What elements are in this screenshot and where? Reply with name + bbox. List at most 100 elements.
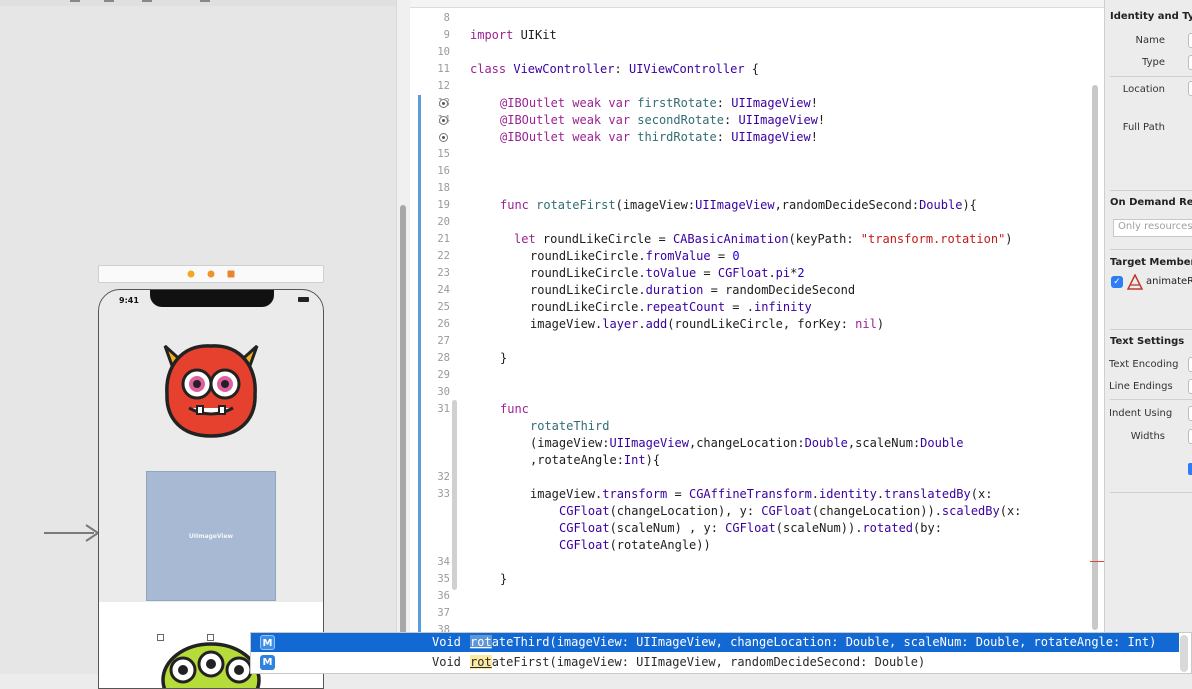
code-line[interactable]: }	[500, 350, 507, 367]
code-token: (x:	[999, 504, 1022, 518]
code-line[interactable]: imageView.transform = CGAffineTransform.…	[530, 486, 992, 503]
code-line[interactable]: roundLikeCircle.fromValue = 0	[530, 248, 740, 265]
code-token: (imageView:	[615, 198, 696, 212]
code-line[interactable]: import UIKit	[470, 27, 557, 44]
code-token: :	[716, 130, 732, 144]
code-line[interactable]: let roundLikeCircle = CABasicAnimation(k…	[514, 231, 1013, 248]
code-line[interactable]: (imageView:UIImageView,changeLocation:Do…	[530, 435, 964, 452]
line-number: 20	[437, 216, 450, 228]
resource-tags-field[interactable]: Only resources	[1113, 219, 1192, 237]
view-controller-icon[interactable]	[187, 270, 195, 278]
indent-label: Indent Using	[1109, 408, 1173, 419]
location-popup[interactable]	[1188, 81, 1192, 96]
divider	[1110, 249, 1192, 250]
return-type: Void	[432, 655, 461, 669]
code-token: (keyPath:	[788, 232, 861, 246]
green-monster-image[interactable]	[161, 630, 261, 689]
line-endings-popup[interactable]	[1188, 379, 1192, 394]
line-number: 31	[437, 403, 450, 415]
toolbar-icon[interactable]	[104, 0, 114, 2]
code-token: infinity	[753, 300, 812, 314]
code-line[interactable]: CGFloat(changeLocation), y: CGFloat(chan…	[559, 503, 1021, 520]
code-line[interactable]: class ViewController: UIViewController {	[470, 61, 759, 78]
code-line[interactable]: CGFloat(scaleNum) , y: CGFloat(scaleNum)…	[559, 520, 942, 537]
code-line[interactable]: }	[500, 571, 507, 588]
uiimageview-placeholder[interactable]: UIImageView	[146, 471, 276, 601]
editor-jump-bar[interactable]	[410, 0, 1104, 8]
code-line[interactable]: ,rotateAngle:Int){	[530, 452, 660, 469]
exit-icon[interactable]	[227, 270, 235, 278]
code-token: ,rotateAngle:	[530, 453, 624, 467]
code-line[interactable]: @IBOutlet weak var secondRotate: UIImage…	[500, 112, 825, 129]
code-line[interactable]: func	[500, 401, 529, 418]
toolbar-icon[interactable]	[70, 0, 80, 2]
code-line[interactable]: CGFloat(rotateAngle))	[559, 537, 711, 554]
name-field[interactable]	[1188, 33, 1192, 48]
iphone-scene[interactable]: 9:41 UIImageView	[98, 289, 324, 689]
outlet-connection-icon[interactable]	[439, 116, 448, 125]
code-line[interactable]: imageView.layer.add(roundLikeCircle, for…	[530, 316, 884, 333]
line-number: 8	[443, 12, 450, 24]
line-number: 23	[437, 267, 450, 279]
widths-field[interactable]	[1188, 429, 1192, 444]
line-number: 35	[437, 573, 450, 585]
location-label: Location	[1122, 84, 1165, 95]
code-line[interactable]: @IBOutlet weak var firstRotate: UIImageV…	[500, 95, 818, 112]
gutter-fold-ribbon[interactable]	[452, 400, 457, 590]
code-token: scaledBy	[941, 504, 1000, 518]
code-token: .	[768, 266, 776, 280]
completion-item[interactable]: M Void rotateFirst(imageView: UIImageVie…	[251, 653, 1179, 672]
code-token: .	[811, 487, 820, 501]
completion-scrollbar[interactable]	[1180, 635, 1188, 672]
line-number: 37	[437, 607, 450, 619]
wrap-lines-checkbox[interactable]	[1188, 463, 1192, 475]
code-line[interactable]: roundLikeCircle.duration = randomDecideS…	[530, 282, 855, 299]
code-token: 0	[732, 249, 740, 263]
type-popup[interactable]	[1188, 55, 1192, 70]
code-token: UIImageView	[695, 198, 775, 212]
code-line[interactable]: roundLikeCircle.repeatCount = .infinity	[530, 299, 812, 316]
toolbar-icon[interactable]	[142, 0, 152, 2]
line-endings-label: Line Endings	[1109, 381, 1173, 392]
line-number: 12	[437, 80, 450, 92]
code-token: UIImageView	[738, 113, 818, 127]
code-line[interactable]: func rotateFirst(imageView:UIImageView,r…	[500, 197, 977, 214]
divider	[1110, 190, 1192, 191]
line-number: 34	[437, 556, 450, 568]
code-token: @IBOutlet weak var	[500, 130, 638, 144]
code-completion-popup[interactable]: M Void rotateThird(imageView: UIImageVie…	[250, 632, 1192, 674]
line-number: 11	[437, 63, 450, 75]
on-demand-section-title: On Demand Resource Tags	[1110, 197, 1192, 208]
toolbar-icon[interactable]	[200, 0, 210, 2]
code-token: (by:	[913, 521, 942, 535]
code-token: ){	[962, 198, 977, 212]
line-number: 33	[437, 488, 450, 500]
code-token: =	[667, 487, 689, 501]
return-type: Void	[432, 635, 461, 649]
scene-dock[interactable]	[98, 265, 324, 283]
code-token: CGFloat	[761, 504, 812, 518]
method-badge-icon: M	[260, 655, 275, 670]
encoding-popup[interactable]	[1188, 357, 1192, 372]
outlet-connection-icon[interactable]	[439, 99, 448, 108]
editor-scrollbar[interactable]	[1092, 85, 1098, 630]
code-token: !	[810, 96, 818, 110]
completion-item-selected[interactable]: M Void rotateThird(imageView: UIImageVie…	[251, 633, 1179, 652]
outlet-connection-icon[interactable]	[439, 133, 448, 142]
code-token: Double	[919, 198, 963, 212]
canvas-scroll-thumb[interactable]	[400, 205, 406, 674]
first-responder-icon[interactable]	[207, 270, 215, 278]
indent-popup[interactable]	[1188, 406, 1192, 421]
red-monster-image[interactable]	[161, 338, 261, 442]
status-time: 9:41	[119, 296, 139, 305]
code-token: firstRotate	[637, 96, 717, 110]
code-line[interactable]: roundLikeCircle.toValue = CGFloat.pi*2	[530, 265, 805, 282]
target-checkbox[interactable]: ✓	[1111, 276, 1123, 288]
line-number: 28	[437, 352, 450, 364]
code-line[interactable]: @IBOutlet weak var thirdRotate: UIImageV…	[500, 129, 818, 146]
code-token: UIImageView	[731, 130, 811, 144]
code-line[interactable]: rotateThird	[530, 418, 609, 435]
code-token: (scaleNum) , y:	[609, 521, 726, 535]
code-token: CGFloat	[559, 504, 610, 518]
code-token: {	[744, 62, 760, 76]
